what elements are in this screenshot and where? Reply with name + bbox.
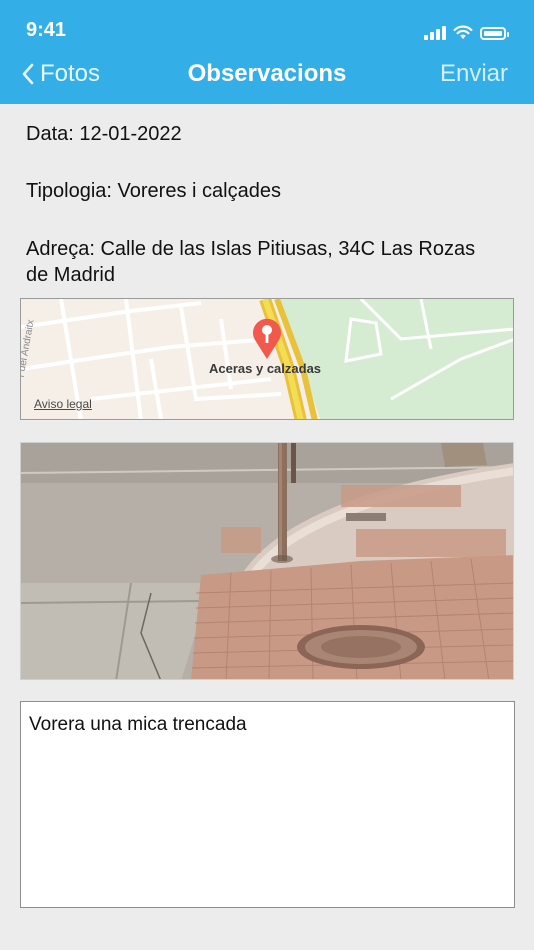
status-time: 9:41 [26,19,67,41]
map-pin-icon [253,318,281,359]
observation-photo[interactable] [20,442,514,680]
type-text: Tipologia: Voreres i calçades [26,180,281,202]
date-text: Data: 12-01-2022 [26,123,182,145]
signal-icon [424,26,446,40]
wifi-icon [453,25,473,39]
map-pin-label: Aceras y calzadas [209,361,322,376]
battery-icon [480,27,509,40]
status-icons [424,22,509,40]
app-header: 9:41 Fotos Observacions Enviar [0,0,534,104]
map-legal-link[interactable]: Aviso legal [34,397,92,411]
notes-text: Vorera una mica trencada [29,714,247,735]
send-button[interactable]: Enviar [440,60,508,88]
location-map[interactable]: Aceras y calzadas Aviso legal r del Andr… [20,298,514,420]
address-text: Adreça: Calle de las Islas Pitiusas, 34C… [26,236,475,288]
address-line-2: de Madrid [26,264,115,286]
photo-image [21,443,513,679]
notes-textarea[interactable]: Vorera una mica trencada [20,701,515,908]
address-line-1: Adreça: Calle de las Islas Pitiusas, 34C… [26,238,476,260]
